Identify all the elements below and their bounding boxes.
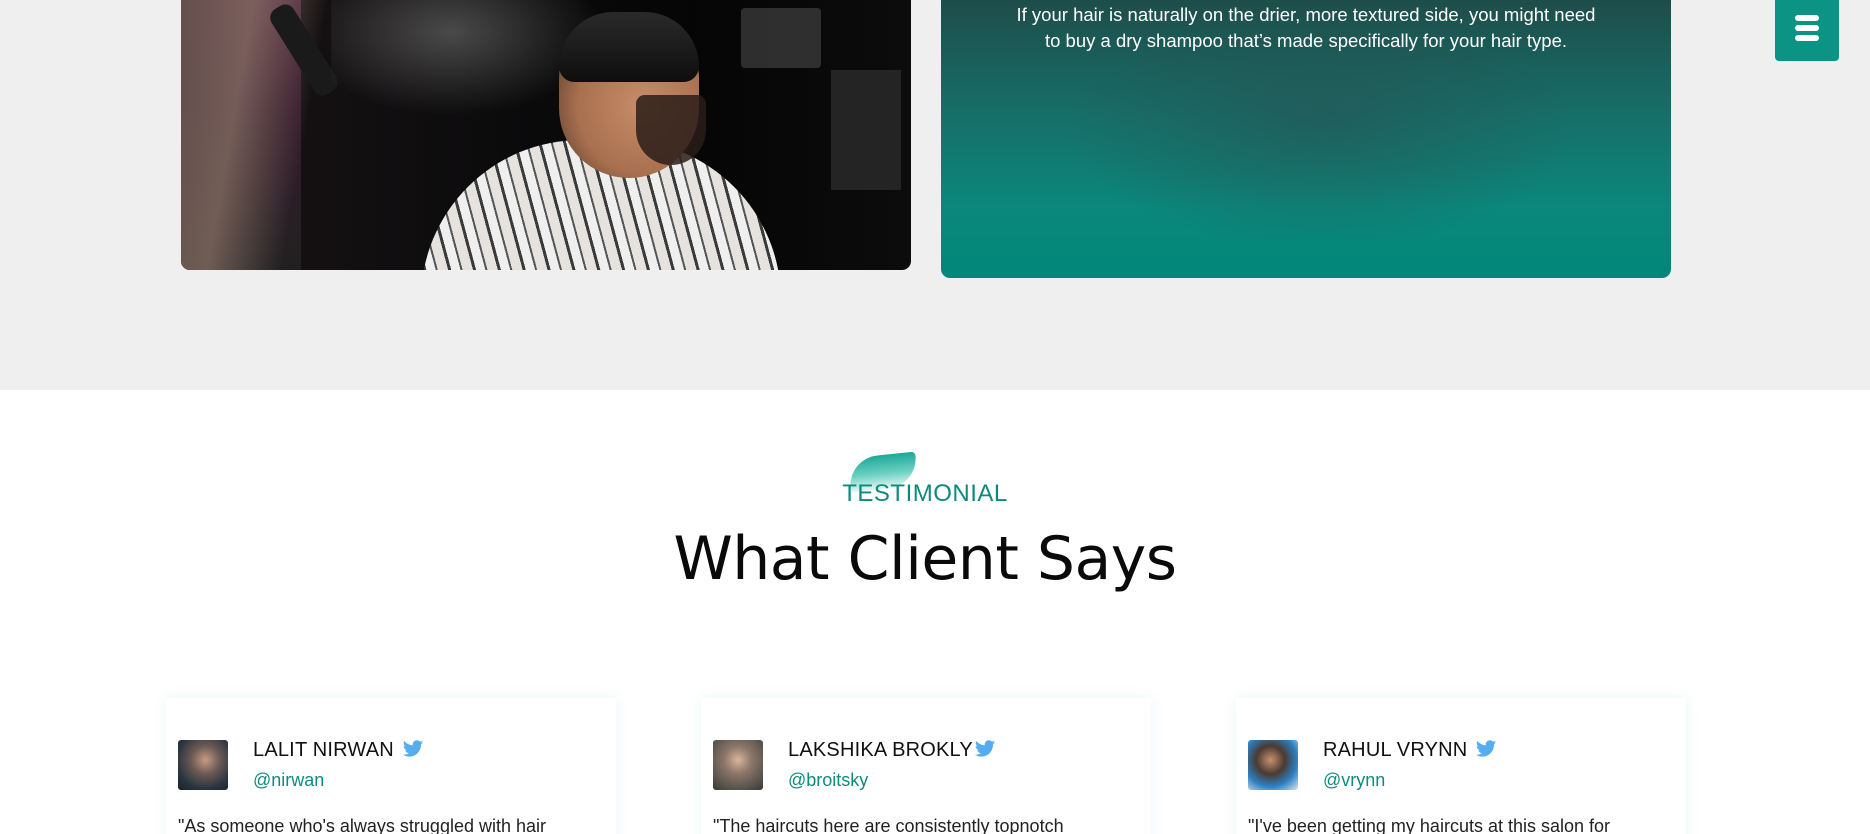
- section-eyebrow: TESTIMONIAL: [842, 480, 1008, 507]
- client-handle[interactable]: @vrynn: [1323, 770, 1385, 791]
- client-quote: "As someone who's always struggled with …: [178, 816, 546, 834]
- tip-text: If your hair is naturally on the drier, …: [1016, 4, 1596, 51]
- hamburger-menu-icon-bar: [1795, 24, 1819, 31]
- photo-client-beard: [636, 95, 706, 165]
- client-handle[interactable]: @broitsky: [788, 770, 868, 791]
- twitter-icon[interactable]: [401, 738, 425, 760]
- menu-button[interactable]: [1775, 0, 1839, 61]
- tip-card: If your hair is naturally on the drier, …: [941, 0, 1671, 278]
- barber-photo: [181, 0, 911, 270]
- tip-card-background-image: [1061, 30, 1581, 250]
- hamburger-menu-icon: [1795, 14, 1819, 21]
- photo-client-hair: [559, 12, 699, 82]
- photo-shelf: [741, 8, 821, 68]
- avatar: [178, 740, 228, 790]
- twitter-icon[interactable]: [973, 738, 997, 760]
- client-name: LAKSHIKA BROKLY: [788, 739, 973, 761]
- testimonial-card: LALIT NIRWAN @nirwan "As someone who's a…: [166, 698, 616, 834]
- twitter-icon[interactable]: [1474, 738, 1498, 760]
- photo-shelf-lower: [831, 70, 901, 190]
- client-name: RAHUL VRYNN: [1323, 739, 1468, 761]
- testimonial-card: RAHUL VRYNN @vrynn "I've been getting my…: [1236, 698, 1686, 834]
- section-title: What Client Says: [673, 524, 1177, 594]
- client-handle[interactable]: @nirwan: [253, 770, 324, 791]
- client-quote: "The haircuts here are consistently topn…: [713, 816, 1064, 834]
- avatar: [1248, 740, 1298, 790]
- avatar: [713, 740, 763, 790]
- hamburger-menu-icon-bar: [1795, 34, 1819, 41]
- testimonial-card: LAKSHIKA BROKLY @broitsky "The haircuts …: [701, 698, 1151, 834]
- client-quote: "I've been getting my haircuts at this s…: [1248, 816, 1611, 834]
- client-name: LALIT NIRWAN: [253, 739, 394, 761]
